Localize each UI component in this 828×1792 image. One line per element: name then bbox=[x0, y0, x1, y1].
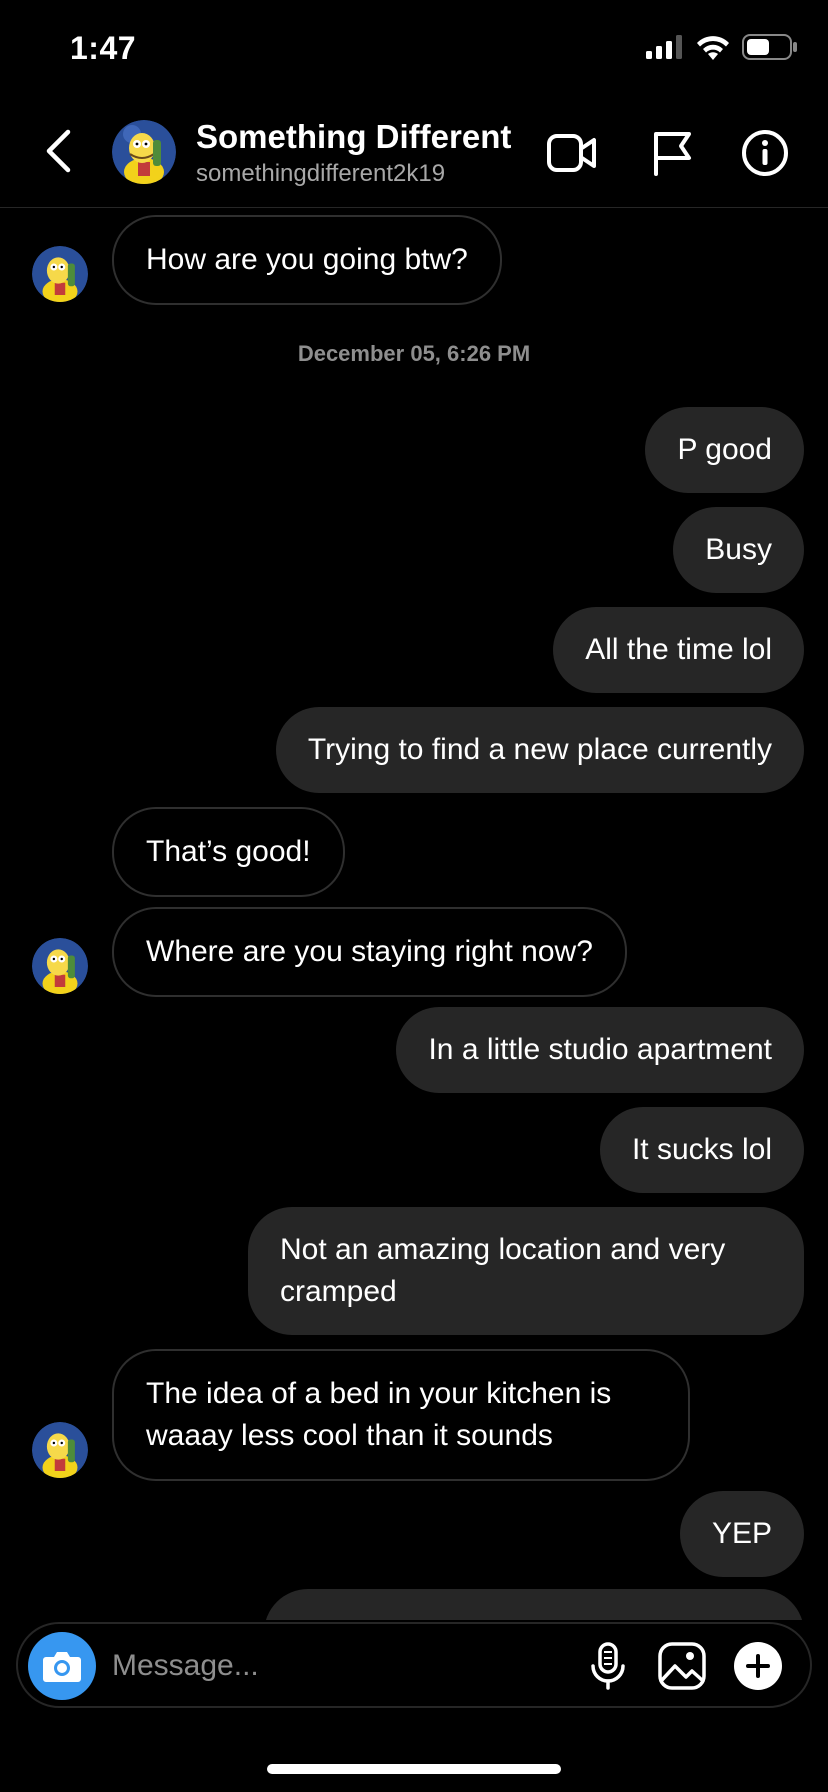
info-icon bbox=[742, 130, 788, 176]
sender-avatar[interactable] bbox=[32, 246, 88, 302]
contact-name[interactable]: Something Different bbox=[196, 118, 511, 156]
battery-icon bbox=[742, 34, 797, 60]
plus-icon bbox=[746, 1654, 770, 1678]
outgoing-message[interactable]: It sucks lol bbox=[599, 1107, 804, 1193]
flag-icon bbox=[654, 132, 691, 176]
outgoing-message[interactable]: Trying to find a new place currently bbox=[275, 707, 804, 793]
contact-avatar[interactable] bbox=[112, 120, 176, 184]
gallery-button[interactable] bbox=[654, 1638, 710, 1694]
outgoing-message[interactable]: YEP bbox=[679, 1491, 804, 1577]
video-call-icon bbox=[547, 134, 596, 172]
info-button[interactable] bbox=[738, 126, 792, 180]
outgoing-message[interactable]: In a little studio apartment bbox=[396, 1007, 804, 1093]
avatar-image bbox=[112, 120, 176, 184]
incoming-message[interactable]: The idea of a bed in your kitchen is waa… bbox=[112, 1349, 690, 1481]
gallery-icon bbox=[658, 1642, 706, 1690]
chat-header: Something Different somethingdifferent2k… bbox=[0, 100, 828, 208]
sender-avatar[interactable] bbox=[32, 1422, 88, 1478]
home-indicator[interactable] bbox=[267, 1764, 561, 1774]
status-bar: 1:47 bbox=[0, 0, 828, 100]
message-thread[interactable]: How are you going btw? December 05, 6:26… bbox=[0, 208, 828, 1620]
avatar-image bbox=[32, 246, 88, 302]
contact-username[interactable]: somethingdifferent2k19 bbox=[196, 160, 445, 188]
voice-message-button[interactable] bbox=[580, 1638, 636, 1694]
signal-icon bbox=[646, 35, 682, 59]
camera-icon bbox=[43, 1652, 81, 1682]
incoming-message[interactable]: Where are you staying right now? bbox=[112, 907, 627, 997]
status-time: 1:47 bbox=[70, 30, 137, 66]
outgoing-message[interactable]: All the time lol bbox=[553, 607, 804, 693]
outgoing-message[interactable]: Not an amazing location and very cramped bbox=[248, 1207, 804, 1335]
back-icon bbox=[46, 129, 71, 173]
message-composer bbox=[16, 1622, 812, 1708]
status-icons bbox=[646, 34, 798, 60]
camera-button[interactable] bbox=[28, 1632, 96, 1700]
outgoing-message[interactable]: P good bbox=[645, 407, 804, 493]
sender-avatar[interactable] bbox=[32, 938, 88, 994]
video-call-button[interactable] bbox=[545, 126, 599, 180]
message-input[interactable] bbox=[112, 1638, 572, 1694]
wifi-icon bbox=[697, 36, 729, 60]
incoming-message[interactable]: That’s good! bbox=[112, 807, 345, 897]
microphone-icon bbox=[591, 1642, 625, 1690]
incoming-message[interactable]: How are you going btw? bbox=[112, 215, 502, 305]
avatar-image bbox=[32, 938, 88, 994]
avatar-image bbox=[32, 1422, 88, 1478]
outgoing-message-partial[interactable] bbox=[264, 1589, 804, 1620]
back-button[interactable] bbox=[38, 126, 78, 176]
report-button[interactable] bbox=[645, 126, 699, 180]
message-timestamp: December 05, 6:26 PM bbox=[297, 341, 531, 366]
more-options-button[interactable] bbox=[734, 1642, 782, 1690]
outgoing-message[interactable]: Busy bbox=[673, 507, 804, 593]
